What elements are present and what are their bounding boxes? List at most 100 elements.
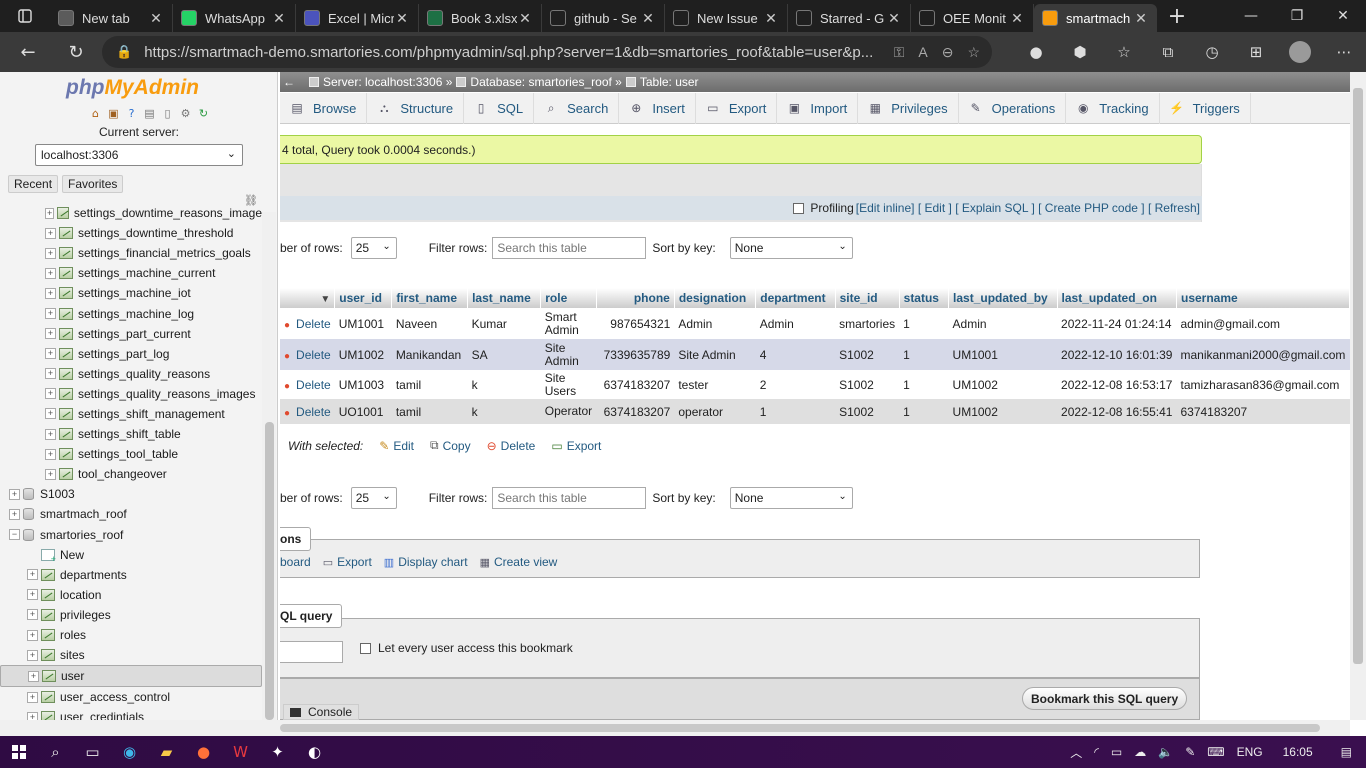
tab-actions-icon[interactable] [0, 0, 50, 32]
expand-icon[interactable]: + [45, 227, 56, 239]
tree-table-item[interactable]: + settings_downtime_threshold [0, 223, 262, 243]
refresh-icon[interactable]: ↻ [56, 32, 96, 72]
app-icon-2[interactable]: ◐ [296, 736, 333, 768]
bulk-export-button[interactable]: ▭ Export [551, 439, 601, 453]
history-icon[interactable]: ◷ [1190, 32, 1234, 72]
search-icon[interactable]: ⌕ [37, 736, 74, 768]
filter-rows-input[interactable]: Search this table [492, 237, 647, 259]
sort-by-key-select[interactable]: None ⌄ [729, 487, 853, 509]
task-view-icon[interactable]: ▭ [74, 736, 111, 768]
tab-structure[interactable]: ⛬ Structure [367, 92, 465, 124]
tree-table-item[interactable]: + settings_financial_metrics_goals [0, 243, 262, 263]
cell-phone[interactable]: 6374183207 [596, 370, 675, 399]
expand-icon[interactable]: + [45, 328, 56, 340]
close-window-icon[interactable]: ✕ [1320, 0, 1366, 32]
tab-operations[interactable]: ✎ Operations [959, 92, 1067, 124]
cell-status[interactable]: 1 [899, 399, 949, 424]
tree-new-item[interactable]: New [0, 545, 262, 565]
url-field[interactable]: 🔒 https://smartmach-demo.smartories.com/… [102, 36, 992, 68]
cell-last-updated-on[interactable]: 2022-12-10 16:01:39 [1057, 339, 1177, 370]
rows-select[interactable]: 25 ⌄ [350, 487, 397, 509]
cell-site-id[interactable]: S1002 [835, 339, 900, 370]
favorites-tab[interactable]: Favorites [62, 175, 124, 193]
tab-browse[interactable]: ▤ Browse [280, 92, 368, 124]
close-tab-icon[interactable]: ✕ [517, 10, 533, 27]
column-header-user-id[interactable]: user_id [334, 288, 393, 308]
add-favorite-icon[interactable]: ☆ [967, 44, 980, 61]
language-indicator[interactable]: ENG [1231, 745, 1269, 759]
column-header-first-name[interactable]: first_name [391, 288, 469, 308]
home-icon[interactable]: ⌂ [88, 106, 103, 121]
filter-rows-input[interactable]: Search this table [492, 487, 647, 509]
table-row[interactable]: DeleteUM1003tamilkSite Users6374183207te… [280, 370, 1350, 399]
copy-to-clipboard-link[interactable]: board [280, 555, 317, 569]
create-php-code-link[interactable]: [ Create PHP code ] [1038, 201, 1145, 215]
table-row[interactable]: DeleteUM1002ManikandanSASite Admin733963… [280, 339, 1350, 370]
cell-site-id[interactable]: S1002 [835, 370, 900, 399]
tree-table-item[interactable]: + settings_quality_reasons [0, 364, 262, 384]
expand-icon[interactable]: + [45, 448, 56, 460]
expand-icon[interactable]: + [45, 207, 55, 219]
onedrive-icon[interactable]: ☁ [1128, 745, 1152, 759]
tree-table-item[interactable]: + departments [0, 565, 262, 585]
expand-icon[interactable]: + [45, 388, 56, 400]
edge-icon[interactable]: ◉ [111, 736, 148, 768]
tree-database-item[interactable]: + smartmach_roof [0, 504, 262, 524]
tab-insert[interactable]: ⊕ Insert [619, 92, 696, 124]
tray-chevron-icon[interactable]: ︿ [1064, 744, 1088, 761]
refresh-link[interactable]: [ Refresh] [1148, 201, 1200, 215]
expand-icon[interactable]: + [27, 629, 38, 641]
expand-icon[interactable]: + [28, 670, 39, 682]
tree-table-item[interactable]: + settings_machine_log [0, 303, 262, 323]
expand-icon[interactable]: + [27, 569, 38, 581]
column-header-status[interactable]: status [899, 288, 950, 308]
column-header-role[interactable]: role [540, 288, 597, 308]
browser-tab[interactable]: Book 3.xlsx ✕ [419, 4, 542, 32]
row-delete-button[interactable]: Delete [284, 348, 331, 362]
expand-icon[interactable]: + [45, 247, 56, 259]
console-toggle[interactable]: Console [283, 704, 360, 720]
browser-tab[interactable]: Excel | Micr ✕ [296, 4, 419, 32]
close-tab-icon[interactable]: ✕ [394, 10, 410, 27]
cell-username[interactable]: admin@gmail.com [1176, 308, 1350, 339]
tab-tracking[interactable]: ◉ Tracking [1066, 92, 1160, 124]
notifications-icon[interactable]: ▤ [1327, 745, 1366, 759]
cell-user-id[interactable]: UM1001 [334, 308, 392, 339]
app-icon[interactable]: ✦ [259, 736, 296, 768]
browser-tab[interactable]: New Issue ✕ [665, 4, 788, 32]
column-header-last-updated-by[interactable]: last_updated_by [948, 288, 1058, 308]
windows-start-icon[interactable] [0, 736, 37, 768]
phpmyadmin-logo[interactable]: phpMyAdmin [66, 76, 199, 100]
bookmark-button[interactable]: Bookmark this SQL query [1022, 687, 1188, 710]
extension-icon[interactable]: ● [1014, 32, 1058, 72]
clock[interactable]: 16:05 [1269, 745, 1327, 759]
expand-icon[interactable]: + [45, 287, 56, 299]
table-row[interactable]: DeleteUM1001NaveenKumarSmart Admin987654… [280, 308, 1350, 339]
expand-icon[interactable]: + [45, 348, 56, 360]
edit-link[interactable]: [ Edit ] [918, 201, 952, 215]
expand-icon[interactable]: + [45, 368, 56, 380]
expand-icon[interactable]: + [27, 609, 38, 621]
logout-icon[interactable]: ▣ [106, 106, 121, 121]
expand-icon[interactable]: + [9, 488, 20, 500]
favorites-icon[interactable]: ☆ [1102, 32, 1146, 72]
breadcrumb-server[interactable]: Server: localhost:3306 » [309, 75, 452, 89]
cell-first-name[interactable]: tamil [391, 370, 468, 399]
cell-username[interactable]: 6374183207 [1176, 399, 1350, 424]
sort-by-key-select[interactable]: None ⌄ [729, 237, 853, 259]
row-delete-button[interactable]: Delete [284, 317, 331, 331]
tree-table-item[interactable]: + privileges [0, 605, 262, 625]
cell-department[interactable]: Admin [755, 308, 836, 339]
close-tab-icon[interactable]: ✕ [886, 10, 902, 27]
more-icon[interactable]: ⋯ [1322, 32, 1366, 72]
cell-status[interactable]: 1 [899, 370, 949, 399]
close-tab-icon[interactable]: ✕ [148, 10, 164, 27]
close-tab-icon[interactable]: ✕ [1009, 10, 1025, 27]
cell-phone[interactable]: 7339635789 [596, 339, 675, 370]
tree-table-item[interactable]: + settings_part_current [0, 324, 262, 344]
close-tab-icon[interactable]: ✕ [640, 10, 656, 27]
tree-table-item[interactable]: + settings_quality_reasons_images [0, 384, 262, 404]
cell-first-name[interactable]: Naveen [391, 308, 468, 339]
tab-triggers[interactable]: ⚡ Triggers [1160, 92, 1251, 124]
browser-tab[interactable]: OEE Monit ✕ [911, 4, 1034, 32]
